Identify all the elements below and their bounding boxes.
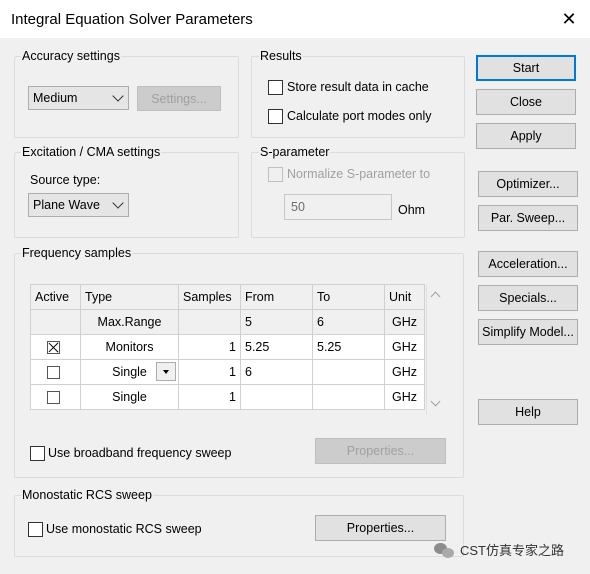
wechat-logo-icon	[434, 541, 456, 559]
cell-samples[interactable]: 1	[178, 334, 241, 360]
accuracy-settings-button[interactable]: Settings...	[137, 86, 221, 111]
source-type-label: Source type:	[30, 173, 101, 187]
table-row: Single 1 6 GHz	[30, 359, 425, 385]
simplify-model-button[interactable]: Simplify Model...	[478, 319, 578, 345]
sparam-group-label: S-parameter	[259, 145, 331, 159]
active-checkbox[interactable]	[47, 366, 60, 380]
par-sweep-button[interactable]: Par. Sweep...	[478, 205, 578, 231]
results-group	[251, 56, 465, 138]
table-row: Max.Range 5 6 GHz	[30, 309, 425, 335]
cell-unit[interactable]: GHz	[384, 334, 425, 360]
normalize-checkbox[interactable]	[268, 167, 283, 182]
type-dropdown-value: Single	[112, 365, 147, 379]
excitation-group-label: Excitation / CMA settings	[21, 145, 162, 159]
cell-from[interactable]	[240, 384, 313, 410]
freq-properties-button[interactable]: Properties...	[315, 438, 446, 464]
cell-from[interactable]: 5.25	[240, 334, 313, 360]
dropdown-arrow-icon[interactable]	[156, 362, 176, 381]
cell-unit: GHz	[384, 309, 425, 335]
table-row: Single 1 GHz	[30, 384, 425, 410]
cell-to[interactable]: 5.25	[312, 334, 385, 360]
table-scrollbar[interactable]	[426, 285, 445, 415]
rcs-label: Use monostatic RCS sweep	[46, 522, 202, 536]
close-icon[interactable]: ✕	[558, 8, 580, 30]
watermark-text: CST仿真专家之路	[460, 543, 565, 558]
cell-active	[30, 309, 81, 335]
active-checkbox[interactable]	[47, 391, 60, 405]
active-checkbox[interactable]	[47, 341, 60, 355]
source-type-select[interactable]: Plane Wave	[28, 193, 129, 217]
cell-samples[interactable]: 1	[178, 384, 241, 410]
optimizer-button[interactable]: Optimizer...	[478, 171, 578, 197]
acceleration-button[interactable]: Acceleration...	[478, 251, 578, 277]
ohm-unit-label: Ohm	[398, 203, 426, 217]
store-cache-label: Store result data in cache	[287, 80, 429, 94]
store-cache-checkbox[interactable]	[268, 80, 283, 95]
apply-button[interactable]: Apply	[476, 123, 576, 149]
help-button[interactable]: Help	[478, 399, 578, 425]
port-modes-label: Calculate port modes only	[287, 109, 432, 123]
frequency-table: Active Type Samples From To Unit Max.Ran…	[30, 284, 425, 410]
source-type-value: Plane Wave	[33, 198, 100, 212]
col-header-samples[interactable]: Samples	[178, 284, 241, 310]
broadband-checkbox[interactable]	[30, 446, 45, 461]
col-header-from[interactable]: From	[240, 284, 313, 310]
cell-type: Max.Range	[80, 309, 179, 335]
cell-from[interactable]: 6	[240, 359, 313, 385]
port-modes-checkbox[interactable]	[268, 109, 283, 124]
rcs-properties-button[interactable]: Properties...	[315, 515, 446, 541]
cell-active	[30, 334, 81, 360]
watermark: CST仿真专家之路	[434, 540, 564, 559]
cell-active	[30, 384, 81, 410]
cell-type[interactable]: Monitors	[80, 334, 179, 360]
start-button[interactable]: Start	[476, 55, 576, 81]
table-row: Monitors 1 5.25 5.25 GHz	[30, 334, 425, 360]
col-header-active[interactable]: Active	[30, 284, 81, 310]
cell-to: 6	[312, 309, 385, 335]
chevron-down-icon	[112, 90, 124, 102]
normalize-value-input[interactable]: 50	[284, 194, 392, 220]
normalize-label: Normalize S-parameter to	[287, 167, 431, 181]
window-title: Integral Equation Solver Parameters	[11, 11, 253, 28]
accuracy-group-label: Accuracy settings	[21, 49, 121, 63]
cell-to[interactable]	[312, 384, 385, 410]
accuracy-select[interactable]: Medium	[28, 86, 129, 110]
col-header-type[interactable]: Type	[80, 284, 179, 310]
rcs-group-label: Monostatic RCS sweep	[21, 488, 153, 502]
scroll-up-icon[interactable]	[430, 291, 441, 302]
scroll-down-icon[interactable]	[430, 396, 441, 407]
specials-button[interactable]: Specials...	[478, 285, 578, 311]
rcs-checkbox[interactable]	[28, 522, 43, 537]
cell-samples	[178, 309, 241, 335]
cell-unit[interactable]: GHz	[384, 359, 425, 385]
cell-type[interactable]: Single	[80, 384, 179, 410]
results-group-label: Results	[259, 49, 303, 63]
cell-active	[30, 359, 81, 385]
col-header-to[interactable]: To	[312, 284, 385, 310]
chevron-down-icon	[112, 197, 124, 209]
cell-from: 5	[240, 309, 313, 335]
cell-to[interactable]	[312, 359, 385, 385]
frequency-group-label: Frequency samples	[21, 246, 133, 260]
col-header-unit[interactable]: Unit	[384, 284, 425, 310]
close-button[interactable]: Close	[476, 89, 576, 115]
broadband-label: Use broadband frequency sweep	[48, 446, 232, 460]
cell-type[interactable]: Single	[80, 359, 179, 385]
cell-unit[interactable]: GHz	[384, 384, 425, 410]
cell-samples[interactable]: 1	[178, 359, 241, 385]
accuracy-select-value: Medium	[33, 91, 78, 105]
